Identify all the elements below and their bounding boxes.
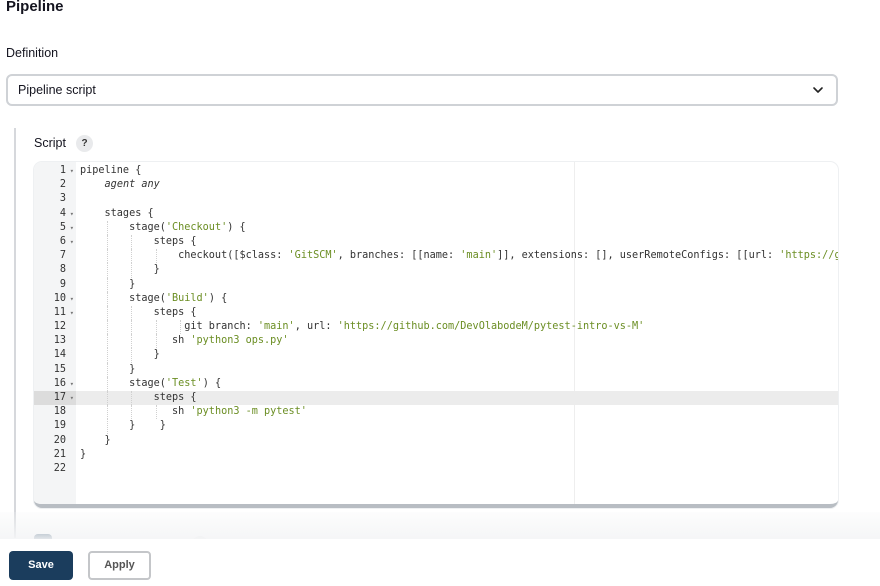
code-text: sh 'python3 ops.py'	[80, 335, 289, 347]
code-line[interactable]: 17 ▾ steps {	[34, 391, 838, 406]
chevron-down-icon	[813, 87, 823, 93]
code-line[interactable]: 22	[34, 462, 838, 476]
line-number: 5 ▾	[34, 221, 76, 235]
code-text: sh 'python3 -m pytest'	[80, 406, 307, 418]
code-line[interactable]: 10 ▾ stage('Build') {	[34, 291, 838, 306]
code-text: }	[80, 278, 136, 290]
line-number: 11 ▾	[34, 306, 76, 320]
code-text: stage('Build') {	[80, 292, 228, 304]
fold-toggle-icon[interactable]: ▾	[70, 391, 74, 405]
help-icon[interactable]: ?	[76, 135, 93, 152]
code-line[interactable]: 11 ▾ steps {	[34, 305, 838, 321]
code-line[interactable]: 21}	[34, 448, 838, 462]
code-line[interactable]: 12 git branch: 'main', url: 'https://git…	[34, 320, 838, 335]
line-number: 13	[53, 335, 66, 347]
code-text: } }	[80, 420, 166, 432]
line-number: 8	[59, 264, 66, 276]
code-line[interactable]: 5 ▾ stage('Checkout') {	[34, 220, 838, 235]
fold-toggle-icon[interactable]: ▾	[70, 221, 74, 235]
code-line[interactable]: 16 ▾ stage('Test') {	[34, 376, 838, 391]
script-editor[interactable]: 1 ▾ pipeline {2 agent any 3 4 ▾ stages {5 ▾ st…	[34, 162, 838, 508]
code-text: }	[80, 448, 87, 460]
code-line[interactable]: 14 }	[34, 348, 838, 363]
code-line[interactable]: 15 }	[34, 362, 838, 377]
line-number: 15	[53, 363, 66, 375]
line-number: 18	[53, 406, 66, 418]
code-text: }	[80, 349, 160, 361]
code-line[interactable]: 19 } }	[34, 419, 838, 434]
line-number: 7	[59, 250, 66, 262]
code-text: git branch: 'main', url: 'https://github…	[80, 321, 645, 333]
code-text: }	[80, 363, 136, 375]
line-number: 4 ▾	[34, 207, 76, 221]
fold-toggle-icon[interactable]: ▾	[70, 207, 74, 221]
code-line[interactable]: 7 checkout([$class: 'GitSCM', branches: …	[34, 249, 838, 264]
line-number: 10 ▾	[34, 292, 76, 306]
line-number: 20	[53, 434, 66, 446]
code-lines[interactable]: 1 ▾ pipeline {2 agent any 3 4 ▾ stages {5 ▾ st…	[34, 164, 838, 476]
save-button[interactable]: Save	[9, 551, 73, 580]
fold-toggle-icon[interactable]: ▾	[70, 235, 74, 249]
line-number: 12	[53, 321, 66, 333]
code-line[interactable]: 6 ▾ steps {	[34, 234, 838, 250]
code-line[interactable]: 3	[34, 192, 838, 206]
line-number: 6 ▾	[34, 235, 76, 249]
definition-label: Definition	[6, 46, 59, 60]
line-number: 1 ▾	[34, 164, 76, 178]
code-text: agent any	[104, 179, 160, 191]
line-number: 3	[59, 193, 66, 205]
code-line[interactable]: 2 agent any	[34, 178, 838, 192]
line-number: 17 ▾	[34, 391, 76, 406]
definition-selected-value: Pipeline script	[18, 83, 96, 97]
code-line[interactable]: 13 sh 'python3 ops.py'	[34, 334, 838, 349]
code-text: steps {	[80, 306, 197, 318]
line-number: 14	[53, 349, 66, 361]
definition-select[interactable]: Pipeline script	[6, 74, 838, 106]
fold-toggle-icon[interactable]: ▾	[70, 377, 74, 391]
footer-fade	[0, 512, 880, 540]
code-line[interactable]: 18 sh 'python3 -m pytest'	[34, 405, 838, 420]
line-number: 19	[53, 420, 66, 432]
code-text: stage('Test') {	[80, 377, 222, 389]
line-number: 9	[59, 278, 66, 290]
line-number: 22	[53, 462, 66, 474]
line-number: 16 ▾	[34, 377, 76, 391]
code-line[interactable]: 4 ▾ stages {	[34, 207, 838, 221]
line-number: 2	[59, 179, 66, 191]
section-title: Pipeline	[6, 0, 64, 15]
code-text: stages {	[80, 207, 154, 219]
code-text: steps {	[80, 392, 197, 403]
code-text: checkout([$class: 'GitSCM', branches: [[…	[80, 250, 838, 262]
script-label: Script	[34, 136, 66, 150]
fold-toggle-icon[interactable]: ▾	[70, 164, 74, 178]
code-line[interactable]: 9 }	[34, 277, 838, 292]
apply-button[interactable]: Apply	[88, 551, 151, 580]
code-text: pipeline {	[80, 165, 142, 176]
code-text: stage('Checkout') {	[80, 221, 246, 233]
fold-toggle-icon[interactable]: ▾	[70, 306, 74, 320]
code-line[interactable]: 20 }	[34, 434, 838, 448]
line-number: 21	[53, 448, 66, 460]
code-line[interactable]: 1 ▾ pipeline {	[34, 164, 838, 178]
code-text: steps {	[80, 235, 197, 247]
fold-toggle-icon[interactable]: ▾	[70, 292, 74, 306]
code-text: }	[80, 264, 160, 276]
code-line[interactable]: 8 }	[34, 263, 838, 278]
nested-section-bar	[14, 128, 16, 538]
code-text: }	[80, 434, 111, 446]
